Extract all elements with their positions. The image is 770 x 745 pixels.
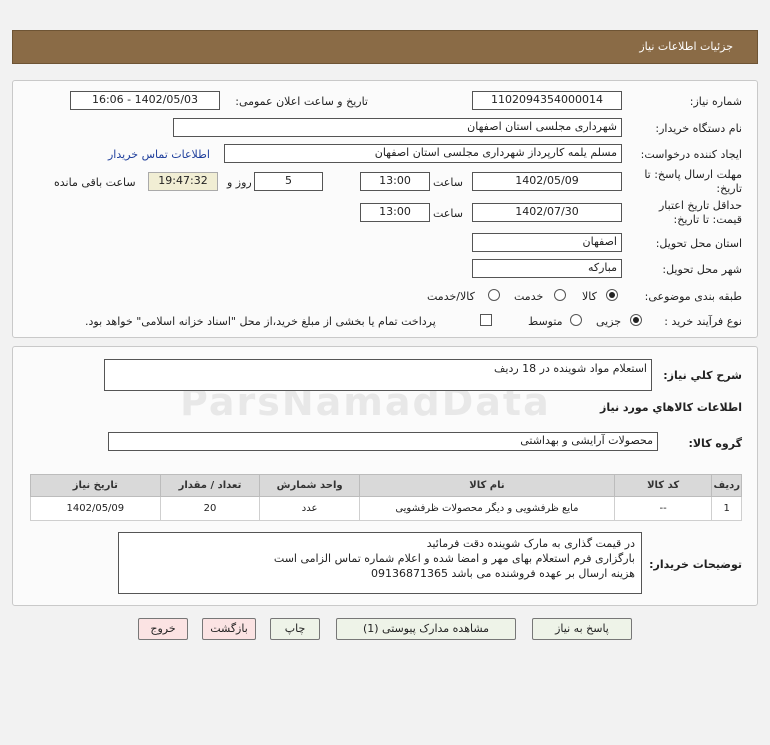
cell-unit: عدد	[259, 496, 360, 521]
category-option-goods-service: کالا/خدمت	[427, 290, 475, 303]
summary-title: شرح کلي نياز:	[663, 369, 742, 382]
cell-code: --	[613, 496, 713, 521]
summary-field: استعلام مواد شوینده در 18 ردیف	[104, 359, 652, 391]
category-radio-service[interactable]	[554, 289, 566, 301]
page-header: جزئیات اطلاعات نیاز	[12, 30, 758, 64]
buyer-org-field: شهرداری مجلسی استان اصفهان	[173, 118, 622, 137]
delivery-city-field: مبارکه	[472, 259, 622, 278]
process-option-medium: متوسط	[528, 315, 563, 328]
category-label: طبقه بندی موضوعی:	[644, 290, 742, 303]
category-option-service: خدمت	[514, 290, 544, 303]
goods-table: ردیف کد کالا نام کالا واحد شمارش تعداد /…	[30, 474, 742, 521]
reply-deadline-label: مهلت ارسال پاسخ: تا	[644, 168, 742, 181]
price-validity-label: حداقل تاریخ اعتبار	[658, 199, 742, 212]
category-radio-goods-service[interactable]	[488, 289, 500, 301]
goods-group-label: گروه کالا:	[688, 437, 742, 450]
delivery-city-label: شهر محل تحویل:	[662, 263, 742, 276]
col-qty: تعداد / مقدار	[159, 474, 261, 497]
cell-name: مایع ظرفشویی و دیگر محصولات ظرفشویی	[358, 496, 615, 521]
delivery-province-label: استان محل تحویل:	[655, 237, 742, 250]
view-attachments-button[interactable]: مشاهده مدارک پیوستی (1)	[336, 618, 516, 640]
process-radio-medium[interactable]	[570, 314, 582, 326]
reply-time-field: 13:00	[360, 172, 430, 191]
process-label: نوع فرآیند خرید :	[664, 315, 742, 328]
exit-button[interactable]: خروج	[138, 618, 188, 640]
announce-field: 1402/05/03 - 16:06	[70, 91, 220, 110]
col-code: کد کالا	[613, 474, 713, 497]
process-radio-minor[interactable]	[630, 314, 642, 326]
creator-field: مسلم یلمه کارپرداز شهرداری مجلسی استان ا…	[224, 144, 622, 163]
buyer-contact-link[interactable]: اطلاعات تماس خریدار	[108, 148, 210, 161]
col-unit: واحد شمارش	[259, 474, 360, 497]
category-radio-goods[interactable]	[606, 289, 618, 301]
validity-time-label: ساعت	[433, 207, 463, 220]
reply-date-field: 1402/05/09	[472, 172, 622, 191]
print-button[interactable]: چاپ	[270, 618, 320, 640]
table-row: 1 -- مایع ظرفشویی و دیگر محصولات ظرفشویی…	[30, 496, 742, 521]
reply-deadline-label-2: تاریخ:	[716, 182, 742, 195]
page-title: جزئیات اطلاعات نیاز	[639, 40, 733, 53]
announce-label: تاریخ و ساعت اعلان عمومی:	[235, 95, 368, 108]
table-header-row: ردیف کد کالا نام کالا واحد شمارش تعداد /…	[30, 474, 742, 497]
col-name: نام کالا	[358, 474, 615, 497]
goods-group-field: محصولات آرایشی و بهداشتی	[108, 432, 658, 451]
delivery-province-field: اصفهان	[472, 233, 622, 252]
validity-date-field: 1402/07/30	[472, 203, 622, 222]
remaining-time-field: 19:47:32	[148, 172, 218, 191]
buyer-org-label: نام دستگاه خریدار:	[655, 122, 742, 135]
price-validity-label-2: قیمت: تا تاریخ:	[673, 213, 742, 226]
goods-info-title: اطلاعات کالاهاي مورد نياز	[600, 401, 742, 414]
cell-date: 1402/05/09	[30, 496, 161, 521]
validity-time-field: 13:00	[360, 203, 430, 222]
reply-button[interactable]: پاسخ به نیاز	[532, 618, 632, 640]
remaining-label: ساعت باقی مانده	[54, 176, 136, 189]
days-field: 5	[254, 172, 323, 191]
back-button[interactable]: بازگشت	[202, 618, 256, 640]
process-option-minor: جزیی	[596, 315, 622, 328]
need-number-field: 1102094354000014	[472, 91, 622, 110]
creator-label: ایجاد کننده درخواست:	[640, 148, 742, 161]
col-date: تاریخ نیاز	[30, 474, 161, 497]
treasury-payment-checkbox[interactable]	[480, 314, 492, 326]
cell-qty: 20	[159, 496, 261, 521]
note-line: بارگزاری فرم استعلام بهای مهر و امضا شده…	[273, 552, 635, 565]
note-line: هزینه ارسال بر عهده فروشنده می باشد 0913…	[370, 567, 635, 580]
payment-note: پرداخت تمام یا بخشی از مبلغ خرید،از محل …	[85, 315, 436, 328]
buyer-notes-label: توضیحات خریدار:	[649, 558, 742, 571]
col-row: ردیف	[711, 474, 742, 497]
note-line: در قیمت گذاری به مارک شوینده دقت فرمائید	[426, 537, 635, 550]
need-number-label: شماره نیاز:	[689, 95, 742, 108]
category-option-goods: کالا	[582, 290, 597, 303]
days-label: روز و	[227, 176, 252, 189]
cell-row: 1	[711, 496, 742, 521]
reply-time-label: ساعت	[433, 176, 463, 189]
buyer-notes-box: در قیمت گذاری به مارک شوینده دقت فرمائید…	[118, 532, 642, 594]
